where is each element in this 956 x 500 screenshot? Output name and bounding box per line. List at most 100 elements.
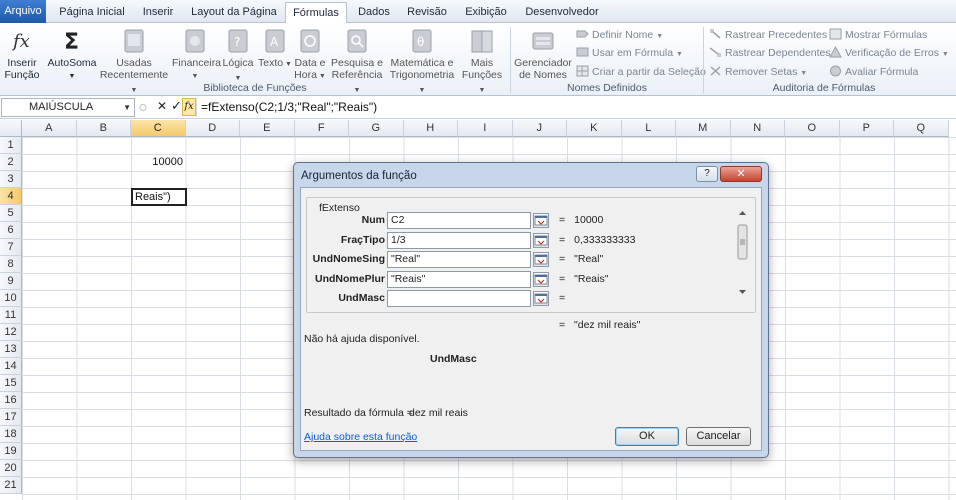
column-header-e[interactable]: E	[240, 120, 295, 137]
row-header-14[interactable]: 14	[0, 358, 22, 375]
column-header-o[interactable]: O	[785, 120, 840, 137]
cell-c2[interactable]: 10000	[131, 154, 185, 171]
column-header-d[interactable]: D	[185, 120, 240, 137]
tab-formulas[interactable]: Fórmulas	[285, 2, 347, 24]
text-button[interactable]: A Texto ▼	[258, 27, 292, 71]
column-header-f[interactable]: F	[294, 120, 349, 137]
current-argument-name: UndMasc	[430, 353, 477, 365]
row-header-8[interactable]: 8	[0, 256, 22, 273]
name-box[interactable]: MAIÚSCULA ▼	[1, 98, 135, 117]
row-header-11[interactable]: 11	[0, 307, 22, 324]
column-header-m[interactable]: M	[676, 120, 731, 137]
column-header-g[interactable]: G	[349, 120, 404, 137]
chevron-down-icon[interactable]: ▼	[123, 99, 131, 116]
row-header-7[interactable]: 7	[0, 239, 22, 256]
svg-text:Σ: Σ	[64, 30, 79, 55]
cancel-button[interactable]: Cancelar	[686, 427, 751, 446]
cell-c4-active[interactable]: Reais")	[131, 188, 187, 206]
argument-input[interactable]	[387, 290, 531, 307]
fx-button[interactable]: fx	[182, 98, 196, 116]
insert-function-label-2: Função	[4, 69, 40, 81]
name-manager-button[interactable]: Gerenciador de Nomes	[513, 27, 573, 81]
row-header-15[interactable]: 15	[0, 375, 22, 392]
row-header-6[interactable]: 6	[0, 222, 22, 239]
arguments-group: fExtenso Num C2 = 10000 FraçTipo 1/3 = 0,333333…	[306, 197, 756, 313]
column-header-a[interactable]: A	[22, 120, 77, 137]
error-checking-button[interactable]: Verificação de Erros ▼	[829, 45, 949, 61]
row-header-5[interactable]: 5	[0, 205, 22, 222]
tab-dados[interactable]: Dados	[352, 2, 396, 23]
row-header-3[interactable]: 3	[0, 171, 22, 188]
text-label: Texto	[258, 57, 284, 69]
column-header-k[interactable]: K	[567, 120, 622, 137]
collapse-dialog-icon[interactable]	[533, 291, 549, 306]
column-header-j[interactable]: J	[512, 120, 567, 137]
evaluate-formula-button[interactable]: Avaliar Fórmula	[829, 64, 918, 80]
row-header-19[interactable]: 19	[0, 443, 22, 460]
define-name-button[interactable]: Definir Nome ▼	[576, 27, 663, 43]
column-header-n[interactable]: N	[730, 120, 785, 137]
insert-function-button[interactable]: fx Inserir Função	[2, 27, 42, 81]
row-header-13[interactable]: 13	[0, 341, 22, 358]
column-header-h[interactable]: H	[403, 120, 458, 137]
tab-desenvolvedor[interactable]: Desenvolvedor	[520, 2, 604, 23]
select-all-corner[interactable]	[0, 120, 22, 137]
row-header-20[interactable]: 20	[0, 460, 22, 477]
cancel-icon[interactable]: ✕	[157, 99, 167, 113]
collapse-dialog-icon[interactable]	[533, 232, 549, 248]
row-header-4[interactable]: 4	[0, 188, 22, 205]
financial-button[interactable]: Financeira ▼	[172, 27, 221, 83]
argument-input[interactable]: "Real"	[387, 251, 531, 268]
row-header-10[interactable]: 10	[0, 290, 22, 307]
trace-precedents-button[interactable]: Rastrear Precedentes	[709, 27, 827, 43]
tab-inserir[interactable]: Inserir	[136, 2, 180, 23]
column-header-l[interactable]: L	[621, 120, 676, 137]
create-from-selection-button[interactable]: Criar a partir da Seleção	[576, 64, 706, 80]
row-header-9[interactable]: 9	[0, 273, 22, 290]
collapse-dialog-icon[interactable]	[533, 213, 549, 228]
math-label-2: Trigonometria	[389, 69, 455, 81]
logical-button[interactable]: ? Lógica ▼	[220, 27, 256, 85]
tab-pagina-inicial[interactable]: Página Inicial	[52, 2, 132, 23]
collapse-dialog-icon[interactable]	[533, 252, 549, 267]
arguments-scrollbar[interactable]	[735, 207, 750, 297]
row-header-21[interactable]: 21	[0, 477, 22, 494]
argument-input[interactable]: C2	[387, 212, 531, 229]
remove-arrows-button[interactable]: Remover Setas ▼	[709, 64, 807, 80]
row-header-12[interactable]: 12	[0, 324, 22, 341]
row-header-18[interactable]: 18	[0, 426, 22, 443]
trace-dependents-button[interactable]: Rastrear Dependentes	[709, 45, 831, 61]
show-formulas-button[interactable]: Mostrar Fórmulas	[829, 27, 927, 43]
financial-book-icon	[185, 29, 205, 53]
trace-dependents-icon	[709, 47, 721, 57]
date-time-button[interactable]: Data e Hora ▼	[293, 27, 327, 83]
row-header-1[interactable]: 1	[0, 137, 22, 154]
formula-input[interactable]: =fExtenso(C2;1/3;"Real";"Reais")	[196, 98, 954, 117]
column-header-i[interactable]: I	[458, 120, 513, 137]
remove-arrows-icon	[710, 66, 721, 76]
argument-input[interactable]: 1/3	[387, 231, 531, 249]
tab-revisao[interactable]: Revisão	[402, 2, 452, 23]
enter-icon[interactable]: ✓	[171, 98, 182, 114]
row-header-17[interactable]: 17	[0, 409, 22, 426]
tab-arquivo[interactable]: Arquivo	[0, 0, 46, 23]
close-button[interactable]: ✕	[720, 166, 762, 182]
column-header-c[interactable]: C	[131, 120, 186, 137]
argument-input[interactable]: "Reais"	[387, 270, 531, 288]
ok-button[interactable]: OK	[615, 427, 679, 446]
name-box-value: MAIÚSCULA	[29, 101, 94, 113]
collapse-dialog-icon[interactable]	[533, 271, 549, 287]
row-header-16[interactable]: 16	[0, 392, 22, 409]
tab-layout-pagina[interactable]: Layout da Página	[186, 2, 282, 23]
use-in-formula-button[interactable]: Usar em Fórmula ▼	[576, 45, 683, 61]
column-header-p[interactable]: P	[839, 120, 894, 137]
help-icon[interactable]: ?	[696, 166, 718, 182]
row-header-2[interactable]: 2	[0, 154, 22, 171]
column-header-q[interactable]: Q	[894, 120, 949, 137]
column-header-b[interactable]: B	[76, 120, 131, 137]
help-link[interactable]: Ajuda sobre esta função	[304, 431, 417, 443]
tab-exibicao[interactable]: Exibição	[458, 2, 514, 23]
argument-result-value: "Reais"	[574, 272, 609, 285]
autosum-button[interactable]: Σ AutoSoma ▼	[46, 27, 98, 83]
argument-result: = 10000	[559, 214, 603, 226]
